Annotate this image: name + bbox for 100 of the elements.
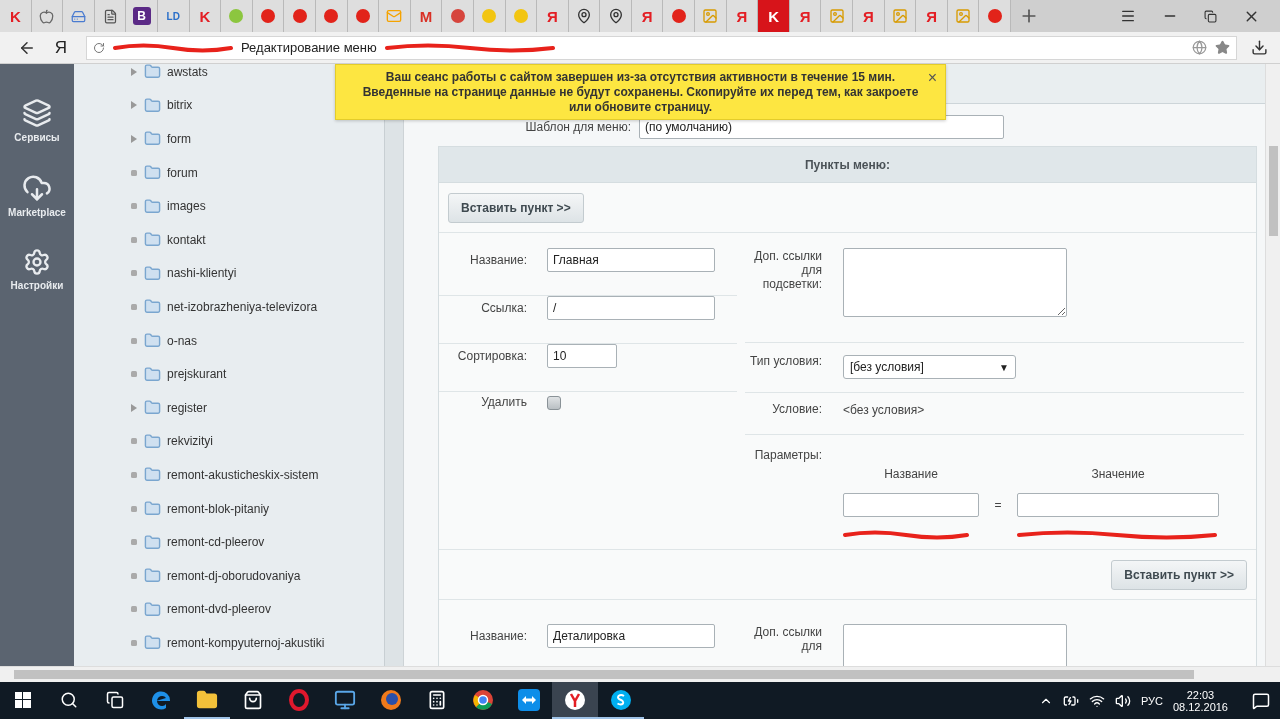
insert-item-button[interactable]: Вставить пункт >> <box>448 192 584 223</box>
delete-checkbox[interactable] <box>547 396 561 410</box>
extra-links-textarea[interactable] <box>843 248 1067 317</box>
sidebar-item[interactable]: Marketplace <box>8 173 66 218</box>
folder-name[interactable]: prejskurant <box>167 367 227 382</box>
close-button[interactable]: × <box>927 69 937 87</box>
folder-name[interactable]: remont-kompyuternoj-akustiki <box>167 635 325 650</box>
sort-input[interactable]: 10 <box>547 344 617 368</box>
field-label: Сортировка: <box>456 348 527 363</box>
windows-logo-icon <box>15 691 31 708</box>
condition-value: <без условия> <box>843 403 925 417</box>
folder-name[interactable]: nashi-klientyi <box>167 266 237 281</box>
browser-tab[interactable] <box>979 0 1011 32</box>
folder-name[interactable]: form <box>167 132 191 146</box>
browser-tab[interactable]: LD <box>157 0 190 32</box>
bookmark-star-icon[interactable] <box>1215 40 1230 55</box>
browser-tab[interactable] <box>568 0 601 32</box>
folder-icon <box>144 332 161 350</box>
favicon-badge: B <box>132 7 151 25</box>
param-value-input[interactable] <box>1017 493 1219 517</box>
taskbar-app[interactable] <box>552 682 598 719</box>
link-input[interactable]: / <box>547 296 715 320</box>
scrollbar-thumb[interactable] <box>1268 146 1278 236</box>
firefox-logo-icon <box>380 688 402 711</box>
folder-name[interactable]: remont-blok-pitaniy <box>167 501 270 516</box>
folder-name[interactable]: o-nas <box>167 333 198 348</box>
folder-name[interactable]: register <box>167 400 207 415</box>
browser-tab[interactable] <box>252 0 285 32</box>
sidebar-item[interactable]: Сервисы <box>14 98 60 143</box>
field-label: Название: <box>469 252 527 267</box>
browser-tab[interactable]: K <box>758 0 790 32</box>
folder-name[interactable]: forum <box>167 165 198 180</box>
restore-icon[interactable] <box>1204 9 1217 23</box>
notifications-icon[interactable] <box>1252 691 1270 710</box>
task-view-icon <box>106 690 124 709</box>
folder-name[interactable]: awstats <box>167 64 208 79</box>
field-label: Условие: <box>771 403 822 417</box>
folder-name[interactable]: images <box>167 199 206 214</box>
browser-tab[interactable] <box>663 0 696 32</box>
favicon-letter: Я <box>862 7 874 25</box>
folder-icon <box>144 164 161 182</box>
favicon-letter: M <box>419 7 433 25</box>
browser-tab[interactable] <box>600 0 632 32</box>
browser-tab[interactable] <box>284 0 316 32</box>
cloud-download-icon <box>22 173 52 203</box>
scrollbar-thumb[interactable] <box>14 670 1194 679</box>
expand-arrow-icon[interactable] <box>130 66 138 77</box>
language-indicator[interactable]: РУС <box>1140 694 1163 707</box>
folder-icon <box>144 634 161 652</box>
browser-tab[interactable] <box>94 0 127 32</box>
download-icon[interactable] <box>1251 39 1268 56</box>
favicon-letter: Я <box>547 7 558 25</box>
folder-name[interactable]: kontakt <box>167 232 206 247</box>
address-field[interactable]: Редактирование меню <box>86 35 1237 60</box>
volume-icon[interactable] <box>1114 692 1131 709</box>
browser-tab[interactable] <box>315 0 348 32</box>
folder-icon <box>144 96 161 114</box>
name-input[interactable]: Главная <box>547 248 715 272</box>
reload-icon[interactable] <box>93 41 105 54</box>
folder-name[interactable]: bitrix <box>167 98 193 113</box>
folder-name[interactable]: remont-dvd-pleerov <box>167 602 272 617</box>
expand-arrow-icon[interactable] <box>130 100 138 111</box>
expand-arrow-icon[interactable] <box>130 402 138 413</box>
folder-name[interactable]: remont-cd-pleerov <box>167 535 265 550</box>
folder-icon <box>144 500 161 517</box>
column-header: Название <box>883 467 939 481</box>
circle-icon <box>670 8 687 24</box>
field-label: Ссылка: <box>480 300 527 315</box>
field-label: Доп. ссылки для подсветки: <box>753 248 822 292</box>
globe-icon[interactable] <box>1192 40 1207 55</box>
map-pin-icon <box>576 8 592 24</box>
skype-logo-icon <box>610 688 632 711</box>
insert-item-button[interactable]: Вставить пункт >> <box>1111 559 1247 590</box>
page-title: Редактирование меню <box>241 40 377 55</box>
folder-icon <box>144 231 161 249</box>
name-input[interactable]: Деталировка <box>547 624 715 648</box>
clock-time[interactable]: 22:03 <box>1186 688 1215 701</box>
map-pin-icon <box>607 8 624 24</box>
clock-date[interactable]: 08.12.2016 <box>1172 700 1228 713</box>
folder-name[interactable]: net-izobrazheniya-televizora <box>167 299 318 314</box>
menu-icon[interactable] <box>1120 8 1136 24</box>
condition-type-select[interactable]: [без условия] ▼ <box>843 355 1016 379</box>
browser-tab[interactable]: B <box>126 0 158 32</box>
folder-name[interactable]: remont-akusticheskix-sistem <box>167 467 319 482</box>
folder-icon <box>144 432 161 450</box>
folder-name[interactable]: remont-dj-oborudovaniya <box>167 568 301 583</box>
browser-tab[interactable] <box>31 0 64 32</box>
field-label: Доп. ссылки для <box>753 624 822 654</box>
folder-name[interactable]: rekvizityi <box>167 434 213 449</box>
browser-logo[interactable]: Я <box>50 37 72 58</box>
browser-tab[interactable]: M <box>410 0 443 32</box>
browser-tab[interactable] <box>347 0 380 32</box>
expand-arrow-icon[interactable] <box>130 134 138 144</box>
field-label: Название: <box>469 628 527 643</box>
search-icon <box>60 690 78 709</box>
sidebar-item[interactable]: Настройки <box>10 248 64 291</box>
param-name-input[interactable] <box>843 493 979 517</box>
chrome-logo-icon <box>472 688 494 711</box>
folder-icon <box>196 688 218 711</box>
folder-icon <box>144 365 161 383</box>
